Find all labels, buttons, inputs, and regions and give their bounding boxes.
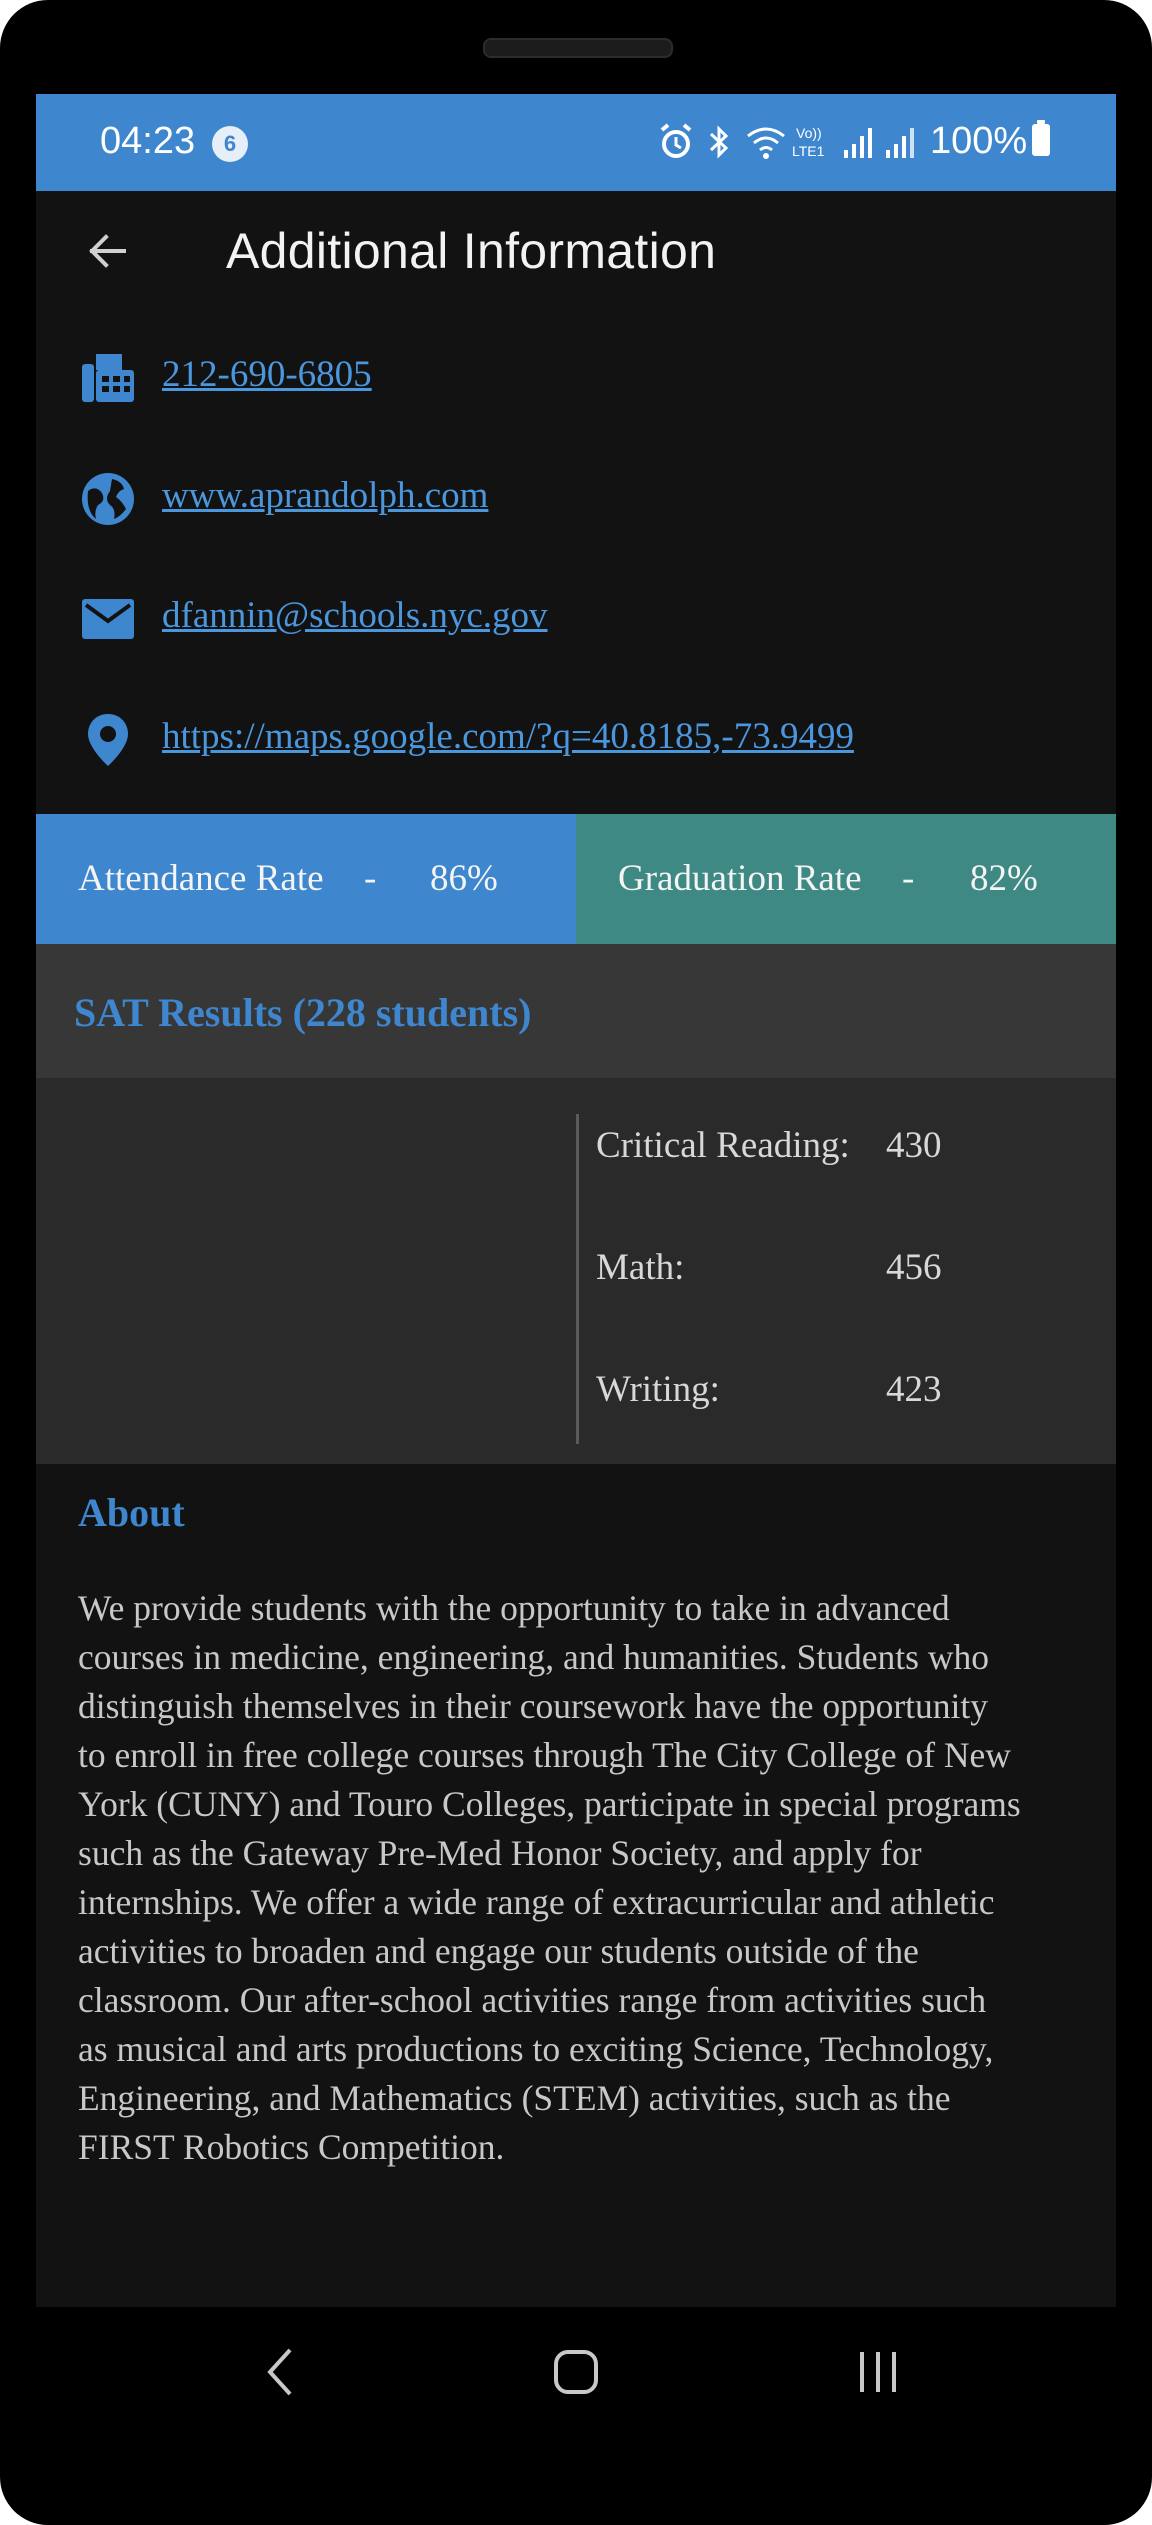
sat-results-panel: Critical Reading: 430 Math: 456 Writing:… [36, 1078, 1116, 1464]
earpiece-speaker [483, 38, 673, 58]
arrow-back-icon [89, 234, 126, 268]
back-button[interactable] [78, 221, 138, 281]
home-icon [554, 2350, 598, 2394]
nav-back-button[interactable] [252, 2342, 312, 2402]
sat-divider [576, 1114, 579, 1444]
sat-label: Writing: [596, 1369, 720, 1410]
attendance-rate-label: Attendance Rate [78, 858, 324, 899]
svg-text:LTE1: LTE1 [792, 143, 825, 159]
notification-count-badge: 6 [212, 126, 248, 162]
graduation-rate: Graduation Rate - 82% [576, 814, 1116, 944]
page-title: Additional Information [226, 223, 717, 279]
sat-row-writing: Writing: 423 [596, 1360, 1076, 1420]
chevron-left-icon [267, 2348, 292, 2396]
phone-link[interactable]: 212-690-6805 [162, 352, 372, 398]
location-pin-icon [88, 714, 128, 766]
mail-icon [82, 599, 134, 639]
svg-text:Vo)): Vo)) [796, 125, 822, 141]
nav-recents-button[interactable] [848, 2342, 908, 2402]
sat-value: 423 [886, 1369, 942, 1410]
status-bar: 04:23 6 Vo)) LTE1 100% [36, 94, 1116, 191]
attendance-rate: Attendance Rate - 86% [36, 814, 576, 944]
sat-value: 430 [886, 1125, 942, 1166]
sat-results-header[interactable]: SAT Results (228 students) [36, 944, 1116, 1078]
graduation-rate-value: 82% [970, 858, 1038, 899]
attendance-rate-separator: - [364, 858, 377, 899]
fax-icon [82, 354, 134, 402]
battery-percent: 100% [930, 120, 1028, 162]
wifi-calling-icon [747, 127, 785, 159]
battery-icon [1032, 120, 1050, 156]
phone-row: 212-690-6805 [36, 340, 1116, 410]
map-link[interactable]: https://maps.google.com/?q=40.8185,-73.9… [162, 714, 854, 760]
app-bar: Additional Information [36, 191, 1116, 311]
sat-results-title: SAT Results (228 students) [74, 990, 532, 1035]
alarm-icon [660, 123, 692, 158]
volte-icon: Vo)) LTE1 [792, 125, 825, 159]
sat-label: Math: [596, 1247, 685, 1288]
sat-row-critical-reading: Critical Reading: 430 [596, 1116, 1076, 1176]
status-time: 04:23 [100, 120, 196, 162]
app-screen: 04:23 6 Vo)) LTE1 100% Additional Inform… [36, 94, 1116, 2307]
email-link[interactable]: dfannin@schools.nyc.gov [162, 593, 548, 639]
signal-icon [844, 128, 872, 158]
sat-value: 456 [886, 1247, 942, 1288]
sat-label: Critical Reading: [596, 1125, 850, 1166]
map-row: https://maps.google.com/?q=40.8185,-73.9… [36, 702, 1116, 772]
recents-icon [860, 2352, 896, 2392]
navigation-bar [36, 2307, 1116, 2437]
signal-icon [886, 128, 914, 158]
globe-icon [82, 473, 134, 525]
website-link[interactable]: www.aprandolph.com [162, 473, 488, 519]
sat-row-math: Math: 456 [596, 1238, 1076, 1298]
graduation-rate-label: Graduation Rate [618, 858, 862, 899]
website-row: www.aprandolph.com [36, 461, 1116, 531]
graduation-rate-separator: - [902, 858, 915, 899]
about-heading: About [78, 1490, 185, 1535]
nav-home-button[interactable] [546, 2342, 606, 2402]
about-text: We provide students with the opportunity… [78, 1588, 1021, 2167]
email-row: dfannin@schools.nyc.gov [36, 581, 1116, 651]
bluetooth-icon [709, 125, 729, 159]
phone-frame: 04:23 6 Vo)) LTE1 100% Additional Inform… [0, 0, 1152, 2525]
attendance-rate-value: 86% [430, 858, 498, 899]
